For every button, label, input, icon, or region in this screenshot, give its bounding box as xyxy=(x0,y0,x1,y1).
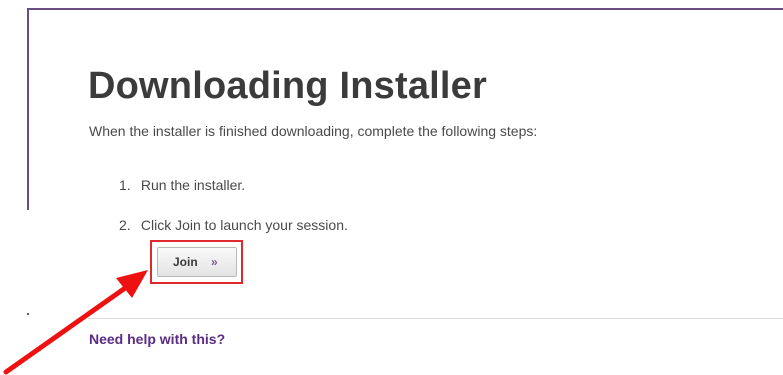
join-button-label: Join xyxy=(173,255,198,269)
step-number: 2. xyxy=(119,217,131,233)
step-item: 2. Click Join to launch your session. xyxy=(119,215,348,235)
step-text: Run the installer. xyxy=(140,177,246,193)
page-title: Downloading Installer xyxy=(88,65,488,107)
double-chevron-right-icon: » xyxy=(211,255,218,269)
card-border-gap xyxy=(27,210,29,313)
step-text: Click Join to launch your session. xyxy=(140,217,348,233)
intro-text: When the installer is finished downloadi… xyxy=(89,123,538,139)
step-item: 1. Run the installer. xyxy=(119,175,348,195)
section-divider xyxy=(88,318,783,319)
screenshot-stage: Downloading Installer When the installer… xyxy=(0,0,783,375)
installer-card xyxy=(27,8,783,315)
help-link[interactable]: Need help with this? xyxy=(89,331,225,347)
step-number: 1. xyxy=(119,177,131,193)
join-button[interactable]: Join » xyxy=(157,247,237,277)
